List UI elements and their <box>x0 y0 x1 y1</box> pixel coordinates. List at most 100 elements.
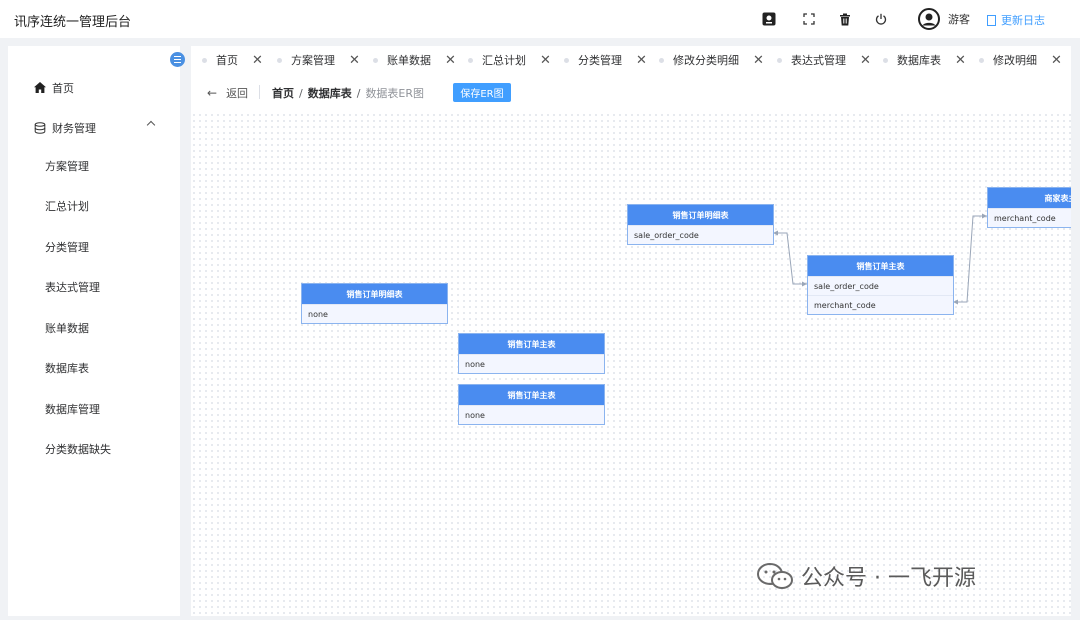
close-icon[interactable]: ✕ <box>445 53 456 68</box>
watermark: 公众号 · 一飞开源 <box>755 560 976 592</box>
sidebar-item[interactable]: 账单数据 <box>8 316 180 340</box>
sidebar-item[interactable]: 分类数据缺失 <box>8 437 180 461</box>
sidebar-item[interactable]: 分类管理 <box>8 235 180 259</box>
tab-label: 修改明细 <box>993 54 1037 67</box>
er-canvas[interactable]: 销售订单明细表 none 销售订单主表 none 销售订单主表 none 销售订… <box>191 112 1071 616</box>
er-table-title: 销售订单明细表 <box>302 284 447 304</box>
close-icon[interactable]: ✕ <box>636 53 647 68</box>
tab[interactable]: 修改明细 ✕ <box>979 48 1062 72</box>
er-table-title: 商家表主 <box>988 188 1071 208</box>
sidebar-item-label: 账单数据 <box>45 322 89 335</box>
sidebar-item[interactable]: 数据库表 <box>8 356 180 380</box>
tab-label: 汇总计划 <box>482 54 526 67</box>
tab[interactable]: 表达式管理 ✕ <box>777 48 871 72</box>
sidebar: 首页 财务管理 方案管理 汇总计划 分类管理 表达式管理 账单数据 数据库表 数… <box>8 46 180 616</box>
close-icon[interactable]: ✕ <box>540 53 551 68</box>
document-icon <box>987 14 996 26</box>
close-icon[interactable]: ✕ <box>1051 53 1062 68</box>
app-title: 讯序连统一管理后台 <box>14 15 132 30</box>
breadcrumb-item[interactable]: 首页 <box>272 85 294 101</box>
save-er-button[interactable]: 保存ER图 <box>453 83 511 102</box>
er-field: none <box>459 405 604 424</box>
er-table-title: 销售订单主表 <box>459 385 604 405</box>
close-icon[interactable]: ✕ <box>349 53 360 68</box>
sidebar-item-home[interactable]: 首页 <box>8 76 180 100</box>
tab-label: 账单数据 <box>387 54 431 67</box>
sidebar-item[interactable]: 数据库管理 <box>8 397 180 421</box>
er-field: merchant_code <box>808 295 953 314</box>
top-icons <box>760 10 906 28</box>
tab[interactable]: 首页 ✕ <box>202 48 263 72</box>
sidebar-item-label: 分类数据缺失 <box>45 443 111 456</box>
sidebar-group-label: 财务管理 <box>52 122 96 135</box>
chevron-up-icon <box>146 120 156 130</box>
tab-dot <box>468 57 473 63</box>
tab[interactable]: 账单数据 ✕ <box>373 48 456 72</box>
sidebar-item[interactable]: 表达式管理 <box>8 275 180 299</box>
arrow-left-icon: ← <box>207 86 218 100</box>
divider <box>259 85 260 99</box>
close-icon[interactable]: ✕ <box>252 53 263 68</box>
changelog-link[interactable]: 更新日志 <box>987 12 1045 28</box>
sidebar-item-label: 表达式管理 <box>45 281 100 294</box>
close-icon[interactable]: ✕ <box>860 53 871 68</box>
breadcrumb: 首页 / 数据库表 / 数据表ER图 <box>272 85 424 101</box>
er-table-title: 销售订单明细表 <box>628 205 773 225</box>
changelog-label: 更新日志 <box>1001 14 1045 27</box>
tab-bar: 首页 ✕ 方案管理 ✕ 账单数据 ✕ 汇总计划 ✕ 分类管理 ✕ 修改分类明细 ✕ 表达式管… <box>191 48 1080 72</box>
back-button[interactable]: ← 返回 <box>207 85 248 101</box>
watermark-text: 公众号 · 一飞开源 <box>801 566 976 591</box>
power-icon[interactable] <box>872 10 890 28</box>
sidebar-group-finance[interactable]: 财务管理 <box>8 116 180 140</box>
er-table[interactable]: 销售订单主表 none <box>458 384 605 425</box>
sidebar-item[interactable]: 方案管理 <box>8 154 180 178</box>
er-field: merchant_code <box>988 208 1071 227</box>
tab-dot <box>202 57 207 63</box>
user-menu[interactable]: 游客 <box>918 8 970 30</box>
top-bar: 讯序连统一管理后台 游客 更新日志 <box>0 0 1080 38</box>
er-table-title: 销售订单主表 <box>459 334 604 354</box>
tab-dot <box>277 57 282 63</box>
sidebar-item-label: 汇总计划 <box>45 200 89 213</box>
tab-label: 表达式管理 <box>791 54 846 67</box>
er-field: none <box>459 354 604 373</box>
home-icon <box>34 82 46 96</box>
trash-icon[interactable] <box>836 10 854 28</box>
sidebar-item-label: 数据库管理 <box>45 403 100 416</box>
tab[interactable]: 分类管理 ✕ <box>564 48 647 72</box>
sidebar-item-label: 分类管理 <box>45 241 89 254</box>
er-table-title: 销售订单主表 <box>808 256 953 276</box>
er-field: none <box>302 304 447 323</box>
er-field: sale_order_code <box>808 276 953 295</box>
menu-collapse-icon[interactable] <box>170 52 185 67</box>
tab-label: 修改分类明细 <box>673 54 739 67</box>
database-icon <box>34 122 46 137</box>
er-table[interactable]: 销售订单明细表 sale_order_code <box>627 204 774 245</box>
tab-dot <box>777 57 782 63</box>
avatar <box>918 8 940 30</box>
tab-label: 方案管理 <box>291 54 335 67</box>
tab-label: 分类管理 <box>578 54 622 67</box>
er-table[interactable]: 销售订单明细表 none <box>301 283 448 324</box>
wechat-icon <box>755 561 795 591</box>
tab[interactable]: 修改分类明细 ✕ <box>659 48 764 72</box>
er-connector-lines <box>773 213 987 305</box>
fullscreen-icon[interactable] <box>800 10 818 28</box>
tab[interactable]: 汇总计划 ✕ <box>468 48 551 72</box>
sidebar-item-label: 方案管理 <box>45 160 89 173</box>
tab-dot <box>979 57 984 63</box>
badge-icon[interactable] <box>760 10 778 28</box>
breadcrumb-separator: / <box>299 86 303 100</box>
er-table[interactable]: 销售订单主表 none <box>458 333 605 374</box>
breadcrumb-separator: / <box>356 86 361 100</box>
close-icon[interactable]: ✕ <box>753 53 764 68</box>
sidebar-item[interactable]: 汇总计划 <box>8 194 180 218</box>
breadcrumb-item[interactable]: 数据库表 <box>308 85 352 101</box>
tab-dot <box>373 57 378 63</box>
er-table[interactable]: 销售订单主表 sale_order_code merchant_code <box>807 255 954 315</box>
close-icon[interactable]: ✕ <box>955 53 966 68</box>
tab-dot <box>659 57 664 63</box>
tab[interactable]: 数据库表 ✕ <box>883 48 966 72</box>
tab[interactable]: 方案管理 ✕ <box>277 48 360 72</box>
er-table[interactable]: 商家表主 merchant_code <box>987 187 1071 228</box>
